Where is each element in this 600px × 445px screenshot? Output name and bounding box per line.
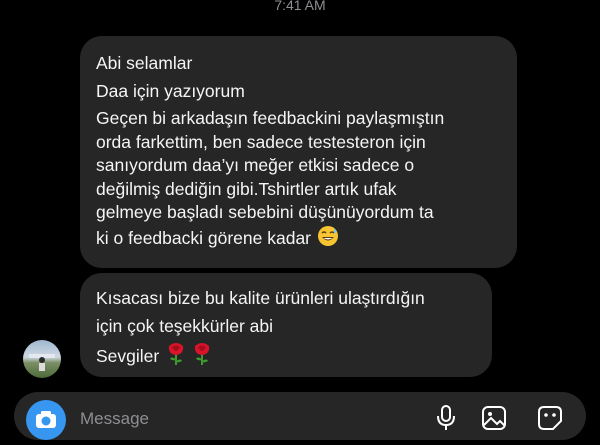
message-line: için çok teşekkürler abi [96, 315, 274, 336]
message-line: ki o feedbacki görene kadar [96, 227, 311, 248]
avatar-photo-icon [29, 354, 55, 371]
message-line: Daa için yazıyorum [96, 80, 245, 101]
message-line: Geçen bi arkadaşın feedbackini paylaşmış… [96, 108, 445, 128]
avatar[interactable] [23, 340, 61, 378]
message-line: sanıyordum daa’yı meğer etkisi sadece o [96, 155, 415, 175]
sticker-icon[interactable] [536, 404, 564, 437]
microphone-icon[interactable] [434, 404, 458, 437]
message-line: Kısacası bize bu kalite ürünleri ulaştır… [96, 288, 425, 308]
gallery-icon[interactable] [480, 404, 508, 437]
message-line: Sevgiler [96, 345, 160, 366]
message-line: değilmiş dediğin gibi.Tshirtler artık uf… [96, 178, 397, 199]
message-bubble[interactable]: Abi selamlar Daa için yazıyorum Geçen bi… [80, 36, 517, 268]
camera-button[interactable] [26, 400, 66, 440]
timestamp: 7:41 AM [274, 0, 326, 13]
message-composer[interactable]: Message [14, 392, 586, 440]
message-line: Abi selamlar [96, 53, 193, 73]
camera-icon [36, 411, 56, 428]
message-input[interactable]: Message [80, 409, 149, 429]
message-line: gelmeye başladı sebebini düşünüyordum ta [96, 202, 434, 222]
rose-emoji-icon [165, 342, 187, 373]
message-bubble[interactable]: Kısacası bize bu kalite ürünleri ulaştır… [80, 273, 492, 377]
rose-emoji-icon [191, 342, 213, 373]
sweat-smile-emoji-icon [317, 225, 339, 254]
message-line: orda farkettim, ben sadece testesteron i… [96, 131, 426, 152]
